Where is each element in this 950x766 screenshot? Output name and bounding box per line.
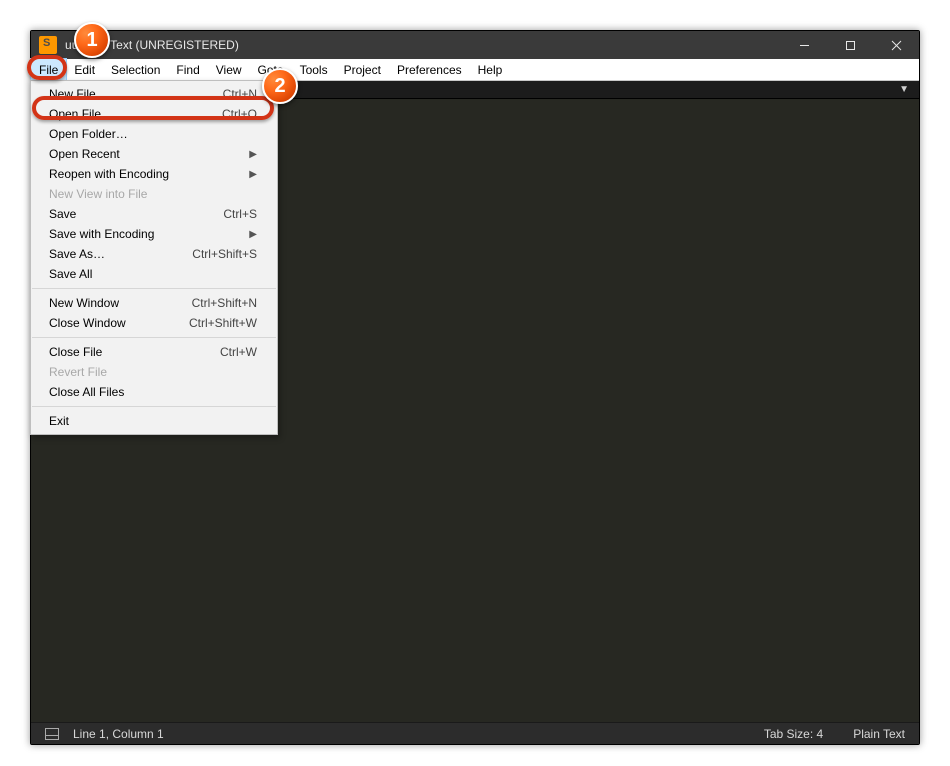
menu-item-shortcut: Ctrl+S xyxy=(223,207,257,221)
menu-item-shortcut: Ctrl+N xyxy=(223,87,257,101)
minimize-button[interactable] xyxy=(781,31,827,59)
menu-item-shortcut: Ctrl+W xyxy=(220,345,257,359)
menu-item[interactable]: SaveCtrl+S xyxy=(31,204,277,224)
menu-item[interactable]: Save As…Ctrl+Shift+S xyxy=(31,244,277,264)
menu-find[interactable]: Find xyxy=(168,59,207,81)
menu-item-label: New View into File xyxy=(49,187,257,201)
console-icon[interactable] xyxy=(45,728,59,740)
menu-item-label: Exit xyxy=(49,414,257,428)
annotation-badge-2: 2 xyxy=(262,68,298,104)
menu-item-label: Open Folder… xyxy=(49,127,257,141)
menu-item-shortcut: Ctrl+Shift+N xyxy=(192,296,257,310)
chevron-right-icon: ▶ xyxy=(249,149,257,160)
menu-separator xyxy=(32,337,276,338)
menu-separator xyxy=(32,406,276,407)
close-button[interactable] xyxy=(873,31,919,59)
titlebar: uublime Text (UNREGISTERED) xyxy=(31,31,919,59)
menu-item: Revert File xyxy=(31,362,277,382)
menu-edit[interactable]: Edit xyxy=(66,59,103,81)
menu-item[interactable]: Exit xyxy=(31,411,277,431)
status-position[interactable]: Line 1, Column 1 xyxy=(73,727,164,741)
menu-item-label: New Window xyxy=(49,296,192,310)
maximize-button[interactable] xyxy=(827,31,873,59)
menu-separator xyxy=(32,288,276,289)
menu-item[interactable]: Close All Files xyxy=(31,382,277,402)
statusbar: Line 1, Column 1 Tab Size: 4 Plain Text xyxy=(31,722,919,744)
menu-item[interactable]: Save with Encoding ▶ xyxy=(31,224,277,244)
menu-file[interactable]: File xyxy=(31,59,66,81)
menubar: File Edit Selection Find View Goto Tools… xyxy=(31,59,919,81)
menu-item-label: Save with Encoding xyxy=(49,227,243,241)
app-icon xyxy=(39,36,57,54)
menu-item-label: Open File… xyxy=(49,107,222,121)
menu-tools[interactable]: Tools xyxy=(292,59,336,81)
menu-item-label: Close File xyxy=(49,345,220,359)
annotation-badge-1: 1 xyxy=(74,22,110,58)
menu-item-shortcut: Ctrl+O xyxy=(222,107,257,121)
file-menu-dropdown: New FileCtrl+NOpen File…Ctrl+OOpen Folde… xyxy=(30,80,278,435)
menu-item[interactable]: Close WindowCtrl+Shift+W xyxy=(31,313,277,333)
menu-item[interactable]: Close FileCtrl+W xyxy=(31,342,277,362)
menu-item[interactable]: Reopen with Encoding ▶ xyxy=(31,164,277,184)
menu-item-label: Reopen with Encoding xyxy=(49,167,243,181)
menu-item[interactable]: Open Recent ▶ xyxy=(31,144,277,164)
menu-item[interactable]: Open File…Ctrl+O xyxy=(31,104,277,124)
menu-item-label: Save xyxy=(49,207,223,221)
status-tabsize[interactable]: Tab Size: 4 xyxy=(764,727,823,741)
menu-item[interactable]: New WindowCtrl+Shift+N xyxy=(31,293,277,313)
menu-help[interactable]: Help xyxy=(470,59,511,81)
tab-overflow-icon[interactable]: ▼ xyxy=(899,84,909,95)
menu-item-shortcut: Ctrl+Shift+W xyxy=(189,316,257,330)
menu-item[interactable]: Save All xyxy=(31,264,277,284)
menu-item-label: New File xyxy=(49,87,223,101)
menu-item-label: Close Window xyxy=(49,316,189,330)
menu-view[interactable]: View xyxy=(208,59,250,81)
menu-item: New View into File xyxy=(31,184,277,204)
chevron-right-icon: ▶ xyxy=(249,169,257,180)
menu-preferences[interactable]: Preferences xyxy=(389,59,470,81)
window-title: uublime Text (UNREGISTERED) xyxy=(63,38,781,52)
menu-item[interactable]: New FileCtrl+N xyxy=(31,84,277,104)
chevron-right-icon: ▶ xyxy=(249,229,257,240)
menu-item-label: Revert File xyxy=(49,365,257,379)
menu-item-label: Save As… xyxy=(49,247,192,261)
menu-project[interactable]: Project xyxy=(336,59,389,81)
menu-item-label: Save All xyxy=(49,267,257,281)
status-syntax[interactable]: Plain Text xyxy=(853,727,905,741)
menu-item-shortcut: Ctrl+Shift+S xyxy=(192,247,257,261)
menu-item-label: Close All Files xyxy=(49,385,257,399)
menu-item[interactable]: Open Folder… xyxy=(31,124,277,144)
menu-item-label: Open Recent xyxy=(49,147,243,161)
menu-selection[interactable]: Selection xyxy=(103,59,168,81)
